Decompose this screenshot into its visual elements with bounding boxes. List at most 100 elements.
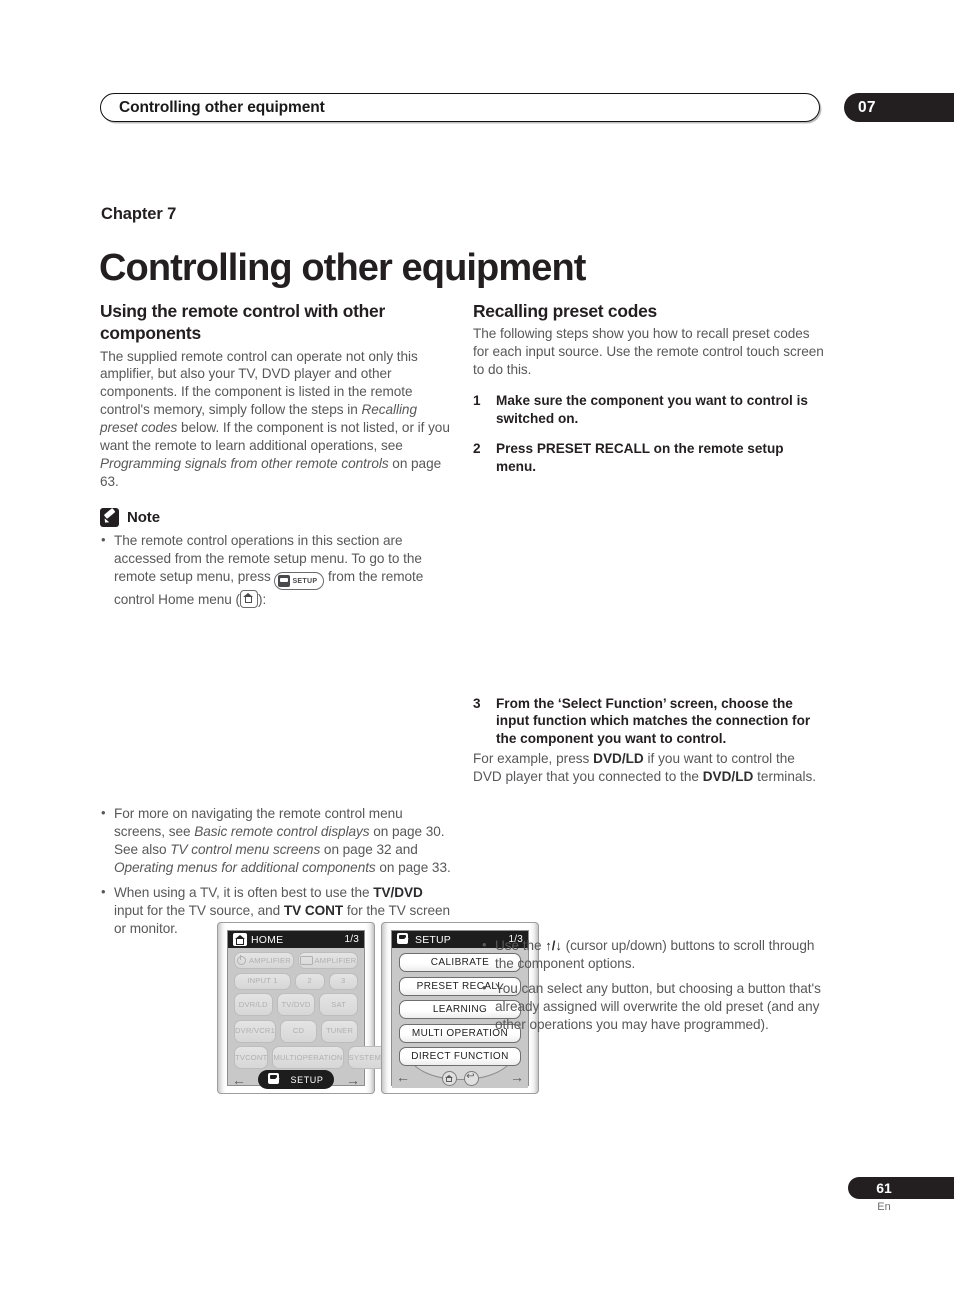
home-button-grid: AMPLIFIER AMPLIFIER INPUT 1 2 3 DVR/LD T… <box>228 948 398 1069</box>
power-icon <box>237 955 247 965</box>
setup-key-label: SETUP <box>292 578 318 586</box>
home-button-label-line1: TV <box>235 1052 246 1062</box>
home-button-label: AMPLIFIER <box>314 955 357 965</box>
home-setup-button[interactable]: SETUP <box>258 1070 334 1089</box>
home-button-input1[interactable]: INPUT 1 <box>234 972 291 990</box>
note-header: Note <box>100 508 453 528</box>
home-button-label: INPUT 1 <box>247 976 278 986</box>
note-bullet-text-3: ): <box>257 591 267 607</box>
home-nav-left-arrow-icon[interactable]: ← <box>232 1073 246 1087</box>
section-heading-recalling-preset: Recalling preset codes <box>473 301 657 321</box>
home-button-label-line1: MULTI <box>273 1052 297 1062</box>
bullet-tv-usage: When using a TV, it is often best to use… <box>100 883 453 938</box>
home-button-dvr-vcr1[interactable]: DVR/VCR1 <box>234 1019 277 1043</box>
intro-paragraph-right: The following steps show you how to reca… <box>473 326 824 378</box>
chapter-number-badge: 07 <box>844 93 954 122</box>
home-button-label: 3 <box>341 976 346 986</box>
home-setup-area: SETUP ← → <box>228 1070 364 1089</box>
home-button-input3[interactable]: 3 <box>328 972 358 990</box>
intro-italic-programming: Programming signals from other remote co… <box>100 456 389 472</box>
step3-bold-dvdld-1: DVD/LD <box>593 750 644 766</box>
bullet-italic-1: Basic remote control displays <box>194 824 370 840</box>
bullet-bold-tvdvd: TV/DVD <box>373 885 423 901</box>
setup-button-direct-function[interactable]: DIRECT FUNCTION <box>399 1047 521 1066</box>
home-row-2: INPUT 1 2 3 <box>234 972 358 990</box>
home-button-label-line2: OPERATION <box>296 1052 343 1062</box>
left-bottom-bullet-list: For more on navigating the remote contro… <box>100 804 453 939</box>
navbar-home-icon[interactable] <box>441 1071 457 1086</box>
intro-paragraph-left: The supplied remote control can operate … <box>100 348 453 492</box>
home-button-label-line2: /LD <box>255 999 268 1009</box>
bullet-text-1: When using a TV, it is often best to use… <box>114 885 374 901</box>
step3-bold-dvdld-2: DVD/LD <box>702 768 754 784</box>
bullet-text-3: on page 32 and <box>320 842 418 858</box>
running-header: Controlling other equipment <box>100 93 820 122</box>
step-3-text: From the ‘Select Function’ screen, choos… <box>496 695 811 747</box>
step-1-number: 1 <box>473 393 481 409</box>
home-button-label-line2: /DVD <box>291 999 311 1009</box>
amplifier-icon <box>299 956 313 965</box>
navbar-back-icon[interactable] <box>463 1071 479 1086</box>
home-button-label-line2: /VCR1 <box>251 1026 276 1036</box>
bullet-cursor-scroll: Use the ↑/↓ (cursor up/down) buttons to … <box>481 936 826 973</box>
home-button-label-line1: SYSTEM <box>348 1052 382 1062</box>
navbar-right-arrow-icon[interactable]: → <box>510 1070 524 1084</box>
pencil-note-icon <box>100 508 119 528</box>
home-row-4: DVR/VCR1 CD TUNER <box>234 1019 359 1043</box>
home-button-cd[interactable]: CD <box>280 1019 318 1043</box>
right-bottom-bullet-list: Use the ↑/↓ (cursor up/down) buttons to … <box>481 936 826 1034</box>
bullet-navigating-menus: For more on navigating the remote contro… <box>100 804 453 877</box>
home-button-label: CD <box>292 1026 305 1036</box>
home-button-dvr-ld[interactable]: DVR/LD <box>234 993 273 1016</box>
right-column: Recalling preset codes The following ste… <box>473 300 826 1032</box>
bullet-italic-3: Operating menus for additional component… <box>114 860 376 876</box>
home-button-label: 2 <box>307 976 312 986</box>
setup-navbar-1: ← → <box>392 1066 528 1088</box>
page-number: 61 <box>876 1180 892 1196</box>
step-1: 1 Make sure the component you want to co… <box>473 392 826 427</box>
home-button-input2[interactable]: 2 <box>295 972 325 990</box>
note-bullet-list: The remote control operations in this se… <box>100 531 453 609</box>
step-3: 3 From the ‘Select Function’ screen, cho… <box>473 695 826 748</box>
home-button-sat[interactable]: SAT <box>319 993 359 1016</box>
step-1-text: Make sure the component you want to cont… <box>496 393 808 426</box>
step3-sub-text-3: terminals. <box>753 768 817 784</box>
page-number-badge: 61 <box>848 1177 954 1199</box>
home-nav-right-arrow-icon[interactable]: → <box>346 1073 360 1087</box>
bullet-text-1: Use the <box>495 938 546 953</box>
step-3-subtext: For example, press DVD/LD if you want to… <box>473 750 826 786</box>
step-2-number: 2 <box>473 441 481 457</box>
home-row-5: TVCONT MULTIOPERATION SYSTEMOFF <box>234 1046 398 1069</box>
page-language-code: En <box>877 1201 891 1213</box>
bullet-text-2: input for the TV source, and <box>114 903 284 919</box>
home-button-tuner[interactable]: TUNER <box>321 1019 359 1043</box>
running-header-title: Controlling other equipment <box>119 98 325 116</box>
bullet-italic-2: TV control menu screens <box>170 842 321 858</box>
home-key-icon <box>239 589 258 608</box>
note-bullet-setup-menu: The remote control operations in this se… <box>100 531 453 609</box>
home-button-label: SAT <box>331 999 347 1009</box>
home-row-3: DVR/LD TV/DVD SAT <box>234 993 359 1016</box>
home-button-label: AMPLIFIER <box>249 955 291 965</box>
home-setup-button-label: SETUP <box>290 1074 324 1085</box>
home-button-label-line1: TV <box>281 999 292 1009</box>
home-button-label-line1: DVR <box>235 1026 252 1036</box>
step-2: 2 Press PRESET RECALL on the remote setu… <box>473 440 826 475</box>
setup-glyph-icon <box>278 575 291 588</box>
home-button-amplifier-display[interactable]: AMPLIFIER <box>298 952 358 969</box>
navbar-center-icons <box>392 1071 528 1086</box>
home-button-amplifier-power[interactable]: AMPLIFIER <box>234 952 294 969</box>
home-row-1: AMPLIFIER AMPLIFIER <box>234 952 358 969</box>
home-button-multi-operation[interactable]: MULTI OPERATION <box>272 1046 344 1069</box>
step-2-text: Press PRESET RECALL on the remote setup … <box>496 441 784 475</box>
bullet-bold-tvcont: TV CONT <box>283 903 344 919</box>
setup-icon <box>268 1073 283 1086</box>
left-column: Using the remote control with other comp… <box>100 300 539 1094</box>
chapter-label: Chapter 7 <box>101 205 177 223</box>
setup-key-icon: SETUP <box>274 572 325 590</box>
step3-sub-text-1: For example, press <box>473 750 594 766</box>
cursor-updown-arrows-icon: ↑/↓ <box>545 938 562 953</box>
note-title: Note <box>127 509 160 527</box>
home-button-tv-cont[interactable]: TV CONT <box>234 1046 269 1069</box>
home-button-tv-dvd[interactable]: TV/DVD <box>276 993 316 1016</box>
